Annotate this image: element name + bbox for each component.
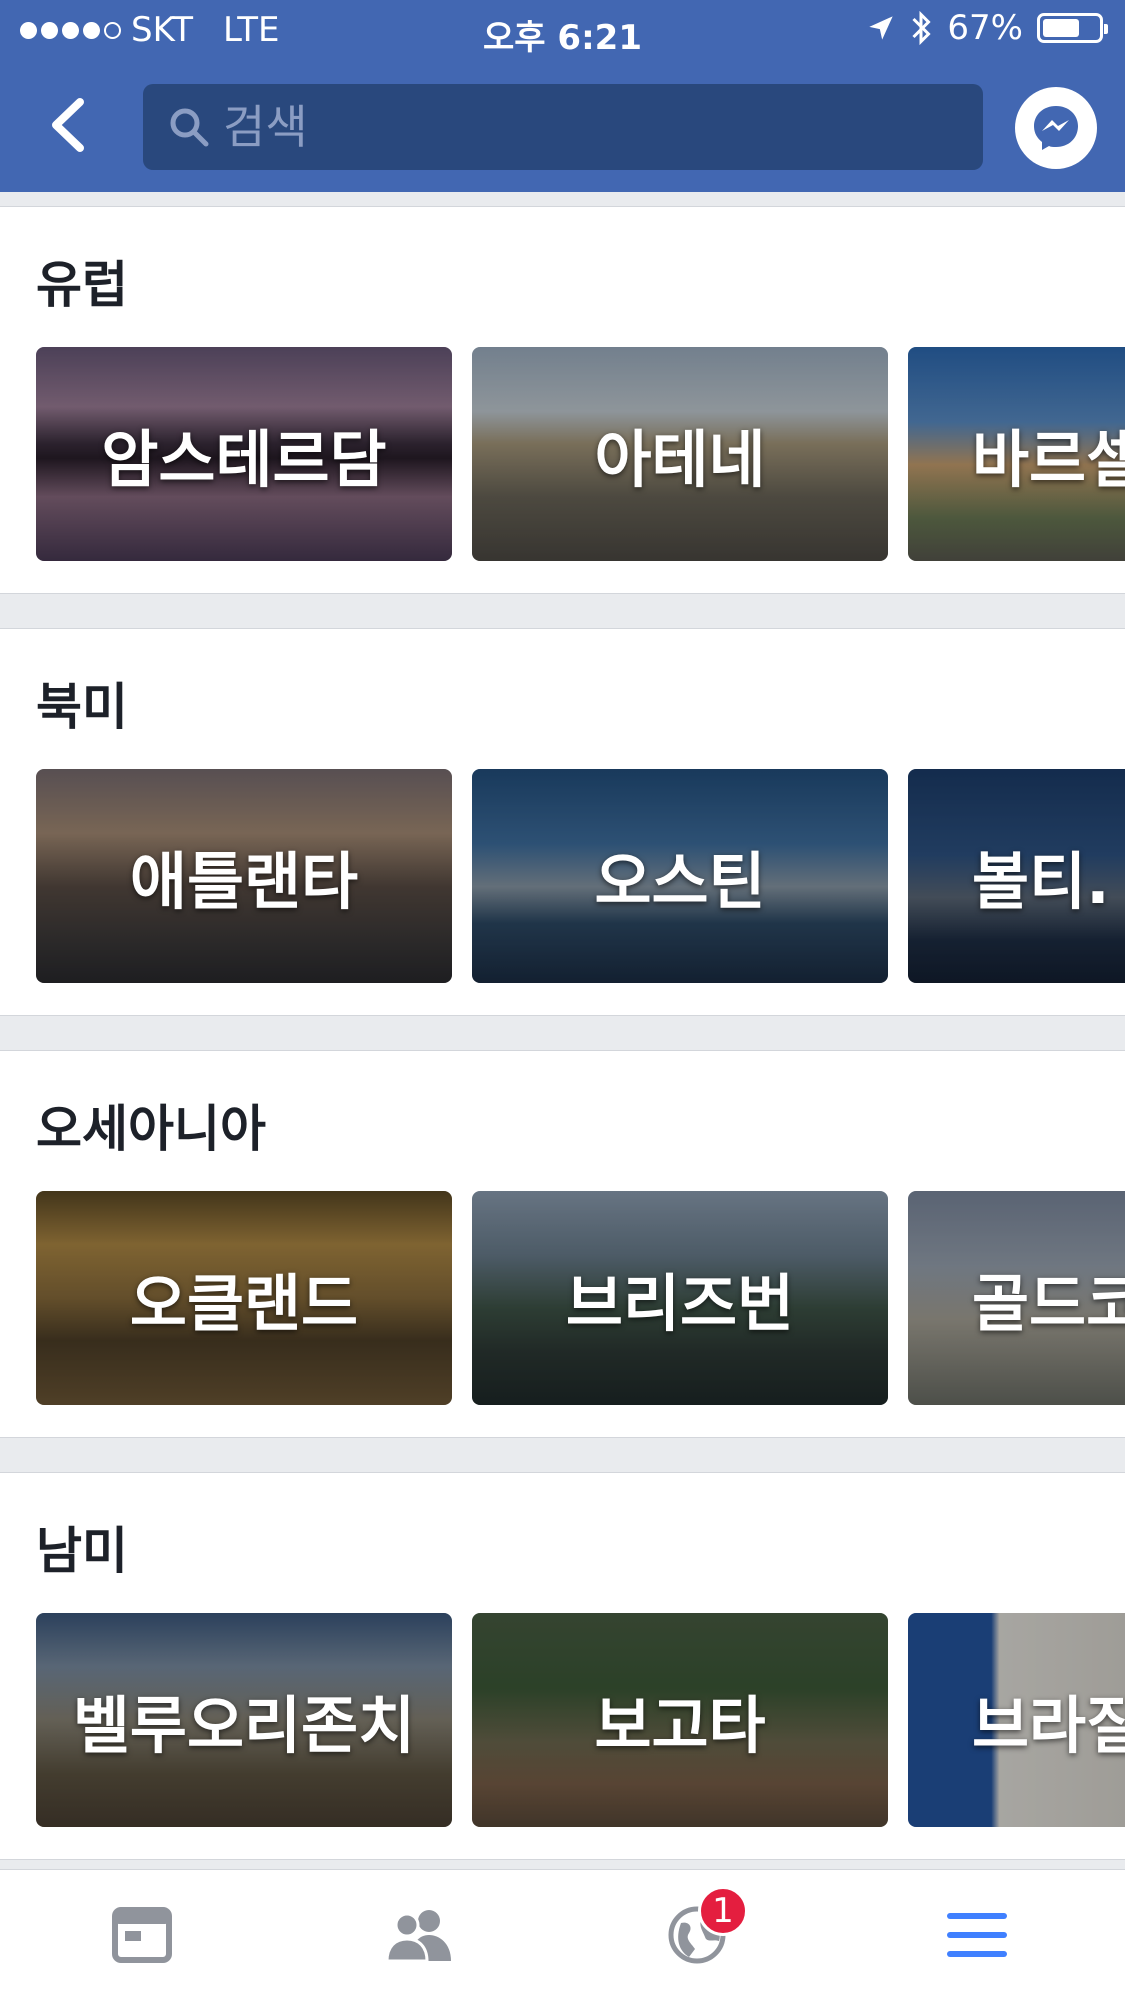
section-title: 오세아니아 (36, 1100, 266, 1158)
search-icon (170, 108, 209, 147)
section-title: 북미 (36, 678, 128, 736)
city-name: 애틀랜타 (129, 845, 359, 918)
city-name: 볼티. (972, 845, 1110, 918)
city-card[interactable]: 벨루오리존치 (36, 1613, 452, 1827)
city-name: 보고타 (594, 1689, 766, 1762)
city-name: 바르셀 (972, 423, 1125, 496)
battery-icon (1037, 13, 1108, 43)
top-bar: SKT LTE 오후 6:21 67% (0, 0, 1125, 192)
city-name: 브라질 (972, 1689, 1125, 1762)
city-card[interactable]: 애틀랜타 (36, 769, 452, 983)
city-name: 아테네 (594, 423, 766, 496)
city-card[interactable]: 골드코 (908, 1191, 1125, 1405)
city-card[interactable]: 보고타 (472, 1613, 888, 1827)
search-input[interactable] (223, 100, 923, 154)
location-arrow-icon (869, 16, 894, 40)
back-button[interactable] (38, 90, 98, 160)
city-name: 오클랜드 (129, 1267, 359, 1340)
bluetooth-icon (912, 10, 932, 46)
city-card[interactable]: 볼티. (908, 769, 1125, 983)
city-card[interactable]: 브리즈번 (472, 1191, 888, 1405)
city-name: 골드코 (972, 1267, 1125, 1340)
tab-news-feed[interactable] (107, 1900, 177, 1970)
notification-badge: 1 (698, 1886, 748, 1936)
battery-percent: 67% (947, 8, 1023, 48)
city-name: 브리즈번 (565, 1267, 795, 1340)
city-card-row[interactable]: 오클랜드 브리즈번 골드코 (36, 1191, 1125, 1405)
messenger-button[interactable] (1015, 87, 1097, 169)
city-name: 암스테르담 (101, 423, 387, 496)
navigation-bar (0, 62, 1125, 192)
city-card[interactable]: 브라질 (908, 1613, 1125, 1827)
city-card[interactable]: 오스틴 (472, 769, 888, 983)
hamburger-menu-icon (947, 1913, 1007, 1957)
section-title: 남미 (36, 1522, 128, 1580)
tab-menu[interactable] (942, 1900, 1012, 1970)
region-section-north-america: 북미 애틀랜타 오스틴 볼티. (0, 628, 1125, 1016)
chevron-left-icon (52, 98, 84, 152)
city-card[interactable]: 암스테르담 (36, 347, 452, 561)
messenger-icon (1034, 106, 1078, 150)
city-name: 벨루오리존치 (72, 1689, 416, 1762)
city-card-row[interactable]: 암스테르담 아테네 바르셀 (36, 347, 1125, 561)
tab-notifications[interactable]: 1 (662, 1886, 748, 1970)
tab-bar: 1 (0, 1869, 1125, 2001)
tab-friends[interactable] (384, 1900, 454, 1970)
city-card[interactable]: 아테네 (472, 347, 888, 561)
friends-icon (385, 1910, 451, 1963)
section-title: 유럽 (36, 256, 128, 314)
city-name: 오스틴 (594, 845, 766, 918)
city-card[interactable]: 오클랜드 (36, 1191, 452, 1405)
city-card-row[interactable]: 애틀랜타 오스틴 볼티. (36, 769, 1125, 983)
city-card-row[interactable]: 벨루오리존치 보고타 브라질 (36, 1613, 1125, 1827)
city-card[interactable]: 바르셀 (908, 347, 1125, 561)
news-feed-icon (112, 1907, 172, 1963)
region-section-europe: 유럽 암스테르담 아테네 바르셀 (0, 206, 1125, 594)
region-section-oceania: 오세아니아 오클랜드 브리즈번 골드코 (0, 1050, 1125, 1438)
status-bar: SKT LTE 오후 6:21 67% (0, 0, 1125, 62)
search-bar[interactable] (143, 84, 983, 170)
region-section-south-america: 남미 벨루오리존치 보고타 브라질 (0, 1472, 1125, 1860)
